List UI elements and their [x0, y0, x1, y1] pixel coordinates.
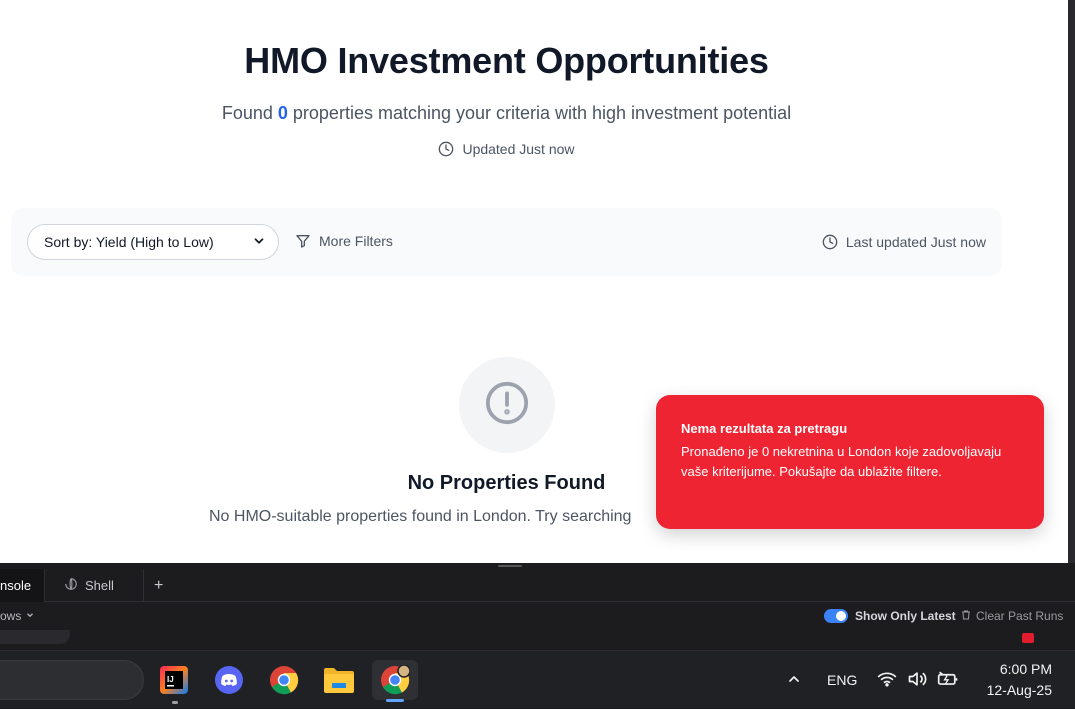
clear-past-runs-label: Clear Past Runs	[976, 609, 1064, 623]
more-filters-button[interactable]: More Filters	[295, 233, 393, 249]
empty-state-description: No HMO-suitable properties found in Lond…	[209, 508, 632, 525]
toast-title: Nema rezultata za pretragu	[681, 421, 848, 436]
last-updated-text: Last updated Just now	[845, 234, 986, 250]
subtitle-suffix: properties matching your criteria with h…	[287, 103, 792, 123]
last-updated-status: Last updated Just now	[822, 234, 986, 250]
tab-console[interactable]: nsole	[0, 569, 45, 602]
taskbar-search[interactable]	[0, 660, 144, 700]
tab-shell[interactable]: Shell	[56, 569, 144, 602]
sort-select[interactable]: Sort by: Yield (High to Low)	[27, 224, 279, 260]
clock-icon	[822, 234, 838, 250]
sort-select-value: Sort by: Yield (High to Low)	[44, 234, 214, 250]
show-only-latest-label: Show Only Latest	[855, 609, 956, 623]
shell-icon	[64, 577, 78, 594]
devtools-tabs: nsole Shell +	[0, 569, 1075, 602]
error-toast[interactable]: Nema rezultata za pretragu Pronađeno je …	[656, 395, 1044, 529]
panel-resize-handle[interactable]	[498, 565, 522, 567]
chevron-down-icon	[252, 234, 266, 251]
add-tab-label: +	[154, 576, 164, 594]
app-indicator	[172, 701, 178, 704]
discord-icon[interactable]	[209, 660, 249, 700]
tab-shell-label: Shell	[85, 578, 114, 593]
os-taskbar: IJ ENG 6:00 PM 12-Aug-25	[0, 650, 1075, 708]
results-count: 0	[277, 103, 288, 123]
battery-charging-icon	[937, 670, 959, 691]
filter-dropdown[interactable]: ows	[0, 609, 35, 623]
chevron-up-icon	[786, 671, 802, 690]
window-edge	[1068, 0, 1075, 563]
page-title: HMO Investment Opportunities	[244, 40, 769, 81]
chevron-down-icon	[25, 609, 35, 623]
empty-state-badge	[459, 357, 555, 453]
clock-time: 6:00 PM	[999, 661, 1052, 677]
active-app-indicator	[386, 699, 404, 702]
add-tab-button[interactable]: +	[154, 569, 170, 602]
quick-settings-button[interactable]	[877, 651, 959, 709]
trash-icon	[960, 609, 972, 624]
clock-date: 12-Aug-25	[986, 682, 1052, 698]
system-clock[interactable]: 6:00 PM 12-Aug-25	[987, 659, 1052, 701]
updated-text: Updated Just now	[462, 141, 575, 157]
tab-console-label: nsole	[0, 578, 32, 593]
filter-dropdown-label: ows	[0, 609, 22, 623]
devtools-filter-bar: ows Show Only Latest Clear Past Runs	[0, 603, 1075, 629]
status-chip	[0, 630, 70, 644]
devtools-status-row	[0, 630, 1075, 650]
intellij-icon[interactable]: IJ	[154, 660, 194, 700]
results-summary: Found 0 properties matching your criteri…	[0, 103, 1013, 124]
toast-message: Pronađeno je 0 nekretnina u London koje …	[681, 444, 1002, 479]
more-filters-label: More Filters	[319, 233, 393, 249]
folder-icon[interactable]	[319, 660, 359, 700]
devtools-panel: nsole Shell + ows Show Only Latest Clear…	[0, 563, 1075, 650]
show-only-latest-toggle[interactable]	[824, 609, 848, 623]
language-label: ENG	[827, 672, 858, 688]
chrome-icon[interactable]	[264, 660, 304, 700]
language-indicator[interactable]: ENG	[827, 651, 857, 709]
clock-icon	[438, 141, 454, 157]
tray-overflow-button[interactable]	[786, 651, 802, 709]
svg-text:IJ: IJ	[167, 675, 174, 684]
chrome-profile-icon[interactable]	[372, 660, 418, 702]
stop-icon[interactable]	[1022, 633, 1034, 643]
updated-status: Updated Just now	[0, 141, 1013, 157]
volume-icon	[907, 670, 927, 691]
alert-circle-icon	[484, 380, 530, 431]
subtitle-prefix: Found	[221, 103, 278, 123]
filter-toolbar: Sort by: Yield (High to Low) More Filter…	[11, 208, 1002, 276]
clear-past-runs-button[interactable]: Clear Past Runs	[960, 609, 1063, 624]
wifi-icon	[877, 670, 897, 691]
filter-icon	[295, 233, 311, 249]
